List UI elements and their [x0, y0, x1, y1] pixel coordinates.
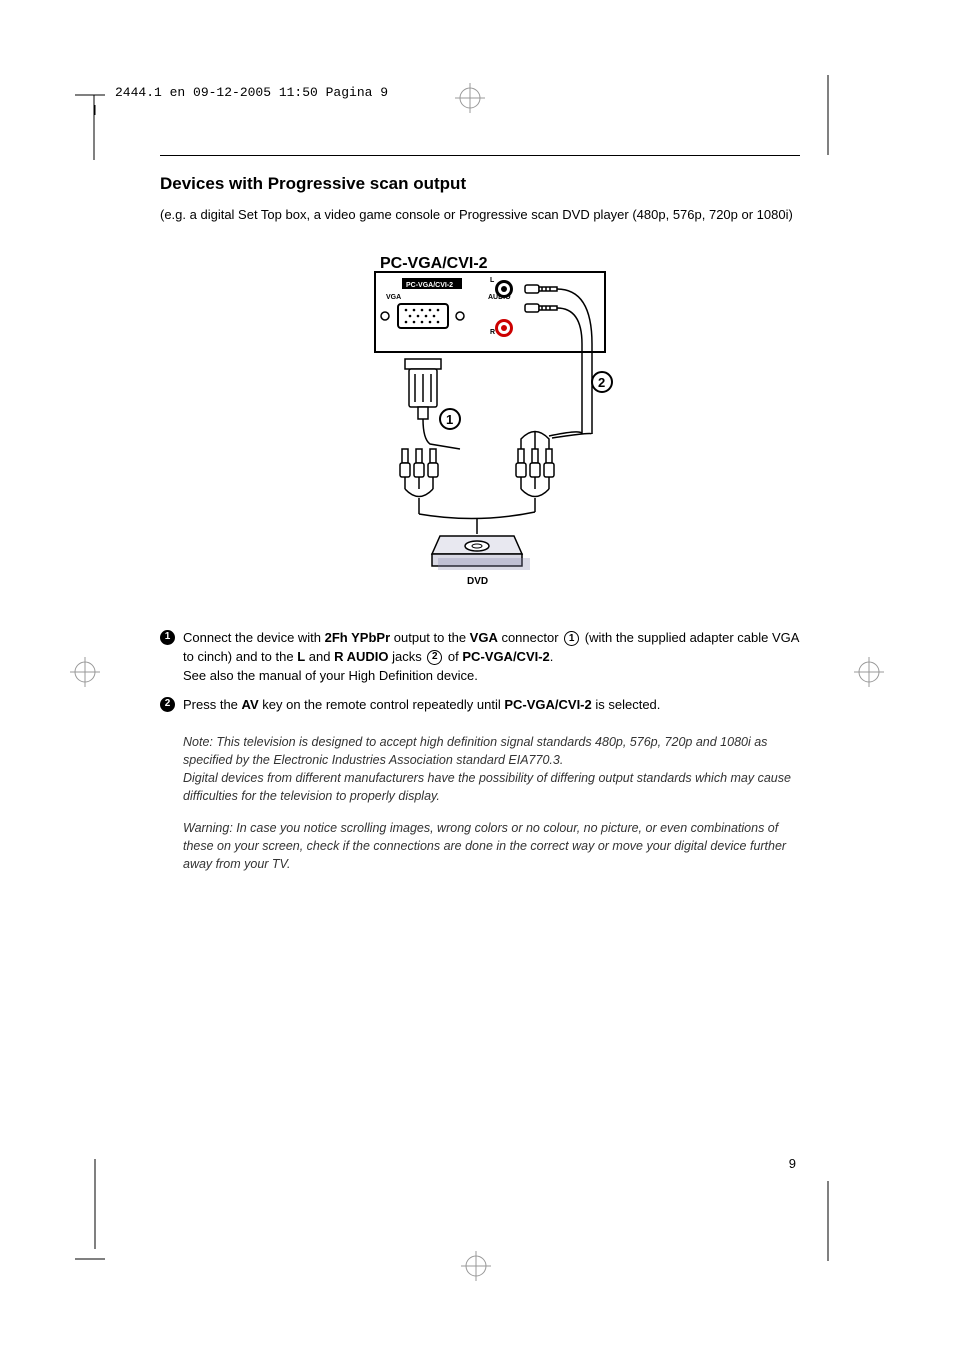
svg-text:PC-VGA/CVI-2: PC-VGA/CVI-2: [380, 255, 488, 272]
svg-text:DVD: DVD: [467, 576, 488, 587]
step-2: 2 Press the AV key on the remote control…: [160, 696, 800, 715]
svg-text:2: 2: [598, 375, 605, 390]
svg-text:PC-VGA/CVI-2: PC-VGA/CVI-2: [406, 282, 453, 289]
callout-ref-1: 1: [564, 631, 579, 646]
svg-text:L: L: [490, 277, 495, 284]
step-1: 1 Connect the device with 2Fh YPbPr outp…: [160, 629, 800, 686]
step-number-1: 1: [160, 630, 175, 645]
instruction-steps: 1 Connect the device with 2Fh YPbPr outp…: [160, 629, 800, 714]
note-text-2: Digital devices from different manufactu…: [183, 771, 791, 803]
page-number: 9: [789, 1156, 796, 1171]
section-title: Devices with Progressive scan output: [160, 174, 800, 194]
print-header: 2444.1 en 09-12-2005 11:50 Pagina 9: [115, 85, 388, 100]
horizontal-rule: [160, 155, 800, 156]
registration-mark-right: [849, 652, 889, 692]
registration-mark-bottom: [456, 1246, 496, 1286]
connection-diagram: PC-VGA/CVI-2 PC-VGA/CVI-2 VGA AUDIO L: [160, 254, 800, 594]
warning-text: Warning: In case you notice scrolling im…: [183, 819, 800, 873]
notes-section: Note: This television is designed to acc…: [160, 733, 800, 874]
svg-text:VGA: VGA: [386, 294, 401, 301]
registration-mark-top: [450, 78, 490, 118]
step-number-2: 2: [160, 697, 175, 712]
intro-text: (e.g. a digital Set Top box, a video gam…: [160, 206, 800, 224]
svg-text:R: R: [490, 329, 495, 336]
callout-ref-2: 2: [427, 650, 442, 665]
svg-text:1: 1: [446, 412, 453, 427]
note-text: Note: This television is designed to acc…: [183, 735, 767, 767]
registration-mark-left: [65, 652, 105, 692]
